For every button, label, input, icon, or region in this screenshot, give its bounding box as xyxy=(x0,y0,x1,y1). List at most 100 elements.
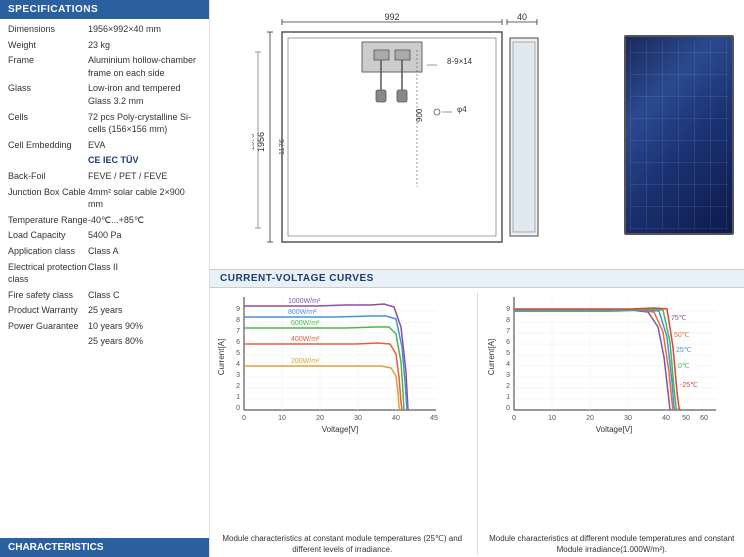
spec-value-cert: CE IEC TÜV xyxy=(88,154,201,167)
dim-1676: 1676 xyxy=(252,134,256,151)
left-y-label: Current[A] xyxy=(217,339,226,375)
svg-text:75℃: 75℃ xyxy=(671,315,687,322)
svg-text:0: 0 xyxy=(506,405,510,412)
right-y-label: Current[A] xyxy=(487,339,496,375)
right-panel: 992 40 1956 1676 1176 xyxy=(210,0,744,557)
diagram-area: 992 40 1956 1676 1176 xyxy=(210,0,614,269)
spec-row-cells: Cells 72 pcs Poly-crystalline Si-cells (… xyxy=(8,111,201,136)
dim-phi4: φ4 xyxy=(457,105,467,114)
svg-text:400W/m²: 400W/m² xyxy=(291,336,320,343)
chart-divider xyxy=(477,292,478,555)
svg-text:3: 3 xyxy=(236,372,240,379)
dim-40: 40 xyxy=(517,12,527,22)
spec-label-firesafety: Fire safety class xyxy=(8,289,88,302)
left-chart-area: Current[A] 0 1 2 3 4 5 6 7 8 9 0 xyxy=(216,292,469,531)
svg-text:5: 5 xyxy=(506,350,510,357)
svg-text:0℃: 0℃ xyxy=(678,363,690,370)
chars-header: CHARACTERISTICS xyxy=(0,538,209,557)
svg-text:-25℃: -25℃ xyxy=(680,382,698,389)
svg-text:9: 9 xyxy=(506,306,510,313)
spec-row-power10: Power Guarantee 10 years 90% xyxy=(8,320,201,333)
svg-text:9: 9 xyxy=(236,306,240,313)
spec-value-glass: Low-iron and tempered Glass 3.2 mm xyxy=(88,82,201,107)
svg-text:0: 0 xyxy=(512,415,516,422)
svg-text:25℃: 25℃ xyxy=(676,347,692,354)
spec-label-elecprot: Electrical protection class xyxy=(8,261,88,286)
spec-label-load: Load Capacity xyxy=(8,229,88,242)
svg-text:8: 8 xyxy=(236,317,240,324)
svg-text:2: 2 xyxy=(506,383,510,390)
curves-header: CURRENT-VOLTAGE CURVES xyxy=(210,270,744,288)
svg-text:0: 0 xyxy=(236,405,240,412)
svg-text:10: 10 xyxy=(278,415,286,422)
spec-label-appclass: Application class xyxy=(8,245,88,258)
solar-panel-photo xyxy=(624,35,734,235)
spec-label-backfoil: Back-Foil xyxy=(8,170,88,183)
right-x-label: Voltage[V] xyxy=(595,425,631,434)
spec-row-power25: 25 years 80% xyxy=(8,335,201,348)
spec-row-appclass: Application class Class A xyxy=(8,245,201,258)
right-chart-svg: Current[A] 0 1 2 3 4 5 6 7 8 9 0 xyxy=(486,292,726,437)
right-chart-caption: Module characteristics at different modu… xyxy=(486,533,739,555)
spec-row-glass: Glass Low-iron and tempered Glass 3.2 mm xyxy=(8,82,201,107)
svg-text:1: 1 xyxy=(506,394,510,401)
svg-text:40: 40 xyxy=(392,415,400,422)
specs-table: Dimensions 1956×992×40 mm Weight 23 kg F… xyxy=(0,19,209,538)
spec-value-warranty: 25 years xyxy=(88,304,201,317)
dim-8-9-14: 8-9×14 xyxy=(447,57,473,66)
technical-diagram: 992 40 1956 1676 1176 xyxy=(252,12,572,257)
svg-text:60: 60 xyxy=(700,415,708,422)
svg-text:6: 6 xyxy=(506,339,510,346)
svg-text:8: 8 xyxy=(506,317,510,324)
left-panel: SPECIFICATIONS Dimensions 1956×992×40 mm… xyxy=(0,0,210,557)
svg-text:2: 2 xyxy=(236,383,240,390)
spec-value-appclass: Class A xyxy=(88,245,201,258)
svg-text:4: 4 xyxy=(236,361,240,368)
svg-text:3: 3 xyxy=(506,372,510,379)
left-x-label: Voltage[V] xyxy=(322,425,358,434)
dim-992: 992 xyxy=(384,12,399,22)
right-chart-container: Current[A] 0 1 2 3 4 5 6 7 8 9 0 xyxy=(486,292,739,555)
spec-row-elecprot: Electrical protection class Class II xyxy=(8,261,201,286)
dim-1176: 1176 xyxy=(277,139,286,155)
spec-row-cell-embedding: Cell Embedding EVA xyxy=(8,139,201,152)
svg-text:800W/m²: 800W/m² xyxy=(288,309,317,316)
svg-text:50℃: 50℃ xyxy=(674,332,690,339)
dim-900: 900 xyxy=(415,108,424,122)
svg-text:5: 5 xyxy=(236,350,240,357)
spec-value-cells: 72 pcs Poly-crystalline Si-cells (156×15… xyxy=(88,111,201,136)
spec-value-cell-embedding: EVA xyxy=(88,139,201,152)
svg-text:45: 45 xyxy=(430,415,438,422)
spec-value-power10: 10 years 90% xyxy=(88,320,201,333)
specs-header: SPECIFICATIONS xyxy=(0,0,209,19)
svg-text:30: 30 xyxy=(624,415,632,422)
spec-label-cell-embedding: Cell Embedding xyxy=(8,139,88,152)
spec-row-cert: CE IEC TÜV xyxy=(8,154,201,167)
spec-label-junctionbox: Junction Box Cable xyxy=(8,186,88,199)
spec-value-backfoil: FEVE / PET / FEVE xyxy=(88,170,201,183)
spec-row-weight: Weight 23 kg xyxy=(8,39,201,52)
svg-text:6: 6 xyxy=(236,339,240,346)
svg-text:50: 50 xyxy=(682,415,690,422)
svg-text:1: 1 xyxy=(236,394,240,401)
spec-row-warranty: Product Warranty 25 years xyxy=(8,304,201,317)
spec-row-load: Load Capacity 5400 Pa xyxy=(8,229,201,242)
right-chart-area: Current[A] 0 1 2 3 4 5 6 7 8 9 0 xyxy=(486,292,739,531)
spec-label-dimensions: Dimensions xyxy=(8,23,88,36)
spec-row-dimensions: Dimensions 1956×992×40 mm xyxy=(8,23,201,36)
svg-text:0: 0 xyxy=(242,415,246,422)
spec-value-temp: -40℃...+85℃ xyxy=(88,214,201,227)
spec-label-frame: Frame xyxy=(8,54,88,67)
spec-row-frame: Frame Aluminium hollow-chamber frame on … xyxy=(8,54,201,79)
spec-label-warranty: Product Warranty xyxy=(8,304,88,317)
spec-label-power10: Power Guarantee xyxy=(8,320,88,333)
svg-text:7: 7 xyxy=(236,328,240,335)
curves-content: Current[A] 0 1 2 3 4 5 6 7 8 9 0 xyxy=(210,288,744,557)
spec-row-firesafety: Fire safety class Class C xyxy=(8,289,201,302)
svg-text:20: 20 xyxy=(586,415,594,422)
svg-text:10: 10 xyxy=(548,415,556,422)
spec-value-dimensions: 1956×992×40 mm xyxy=(88,23,201,36)
spec-value-load: 5400 Pa xyxy=(88,229,201,242)
spec-value-frame: Aluminium hollow-chamber frame on each s… xyxy=(88,54,201,79)
svg-text:20: 20 xyxy=(316,415,324,422)
